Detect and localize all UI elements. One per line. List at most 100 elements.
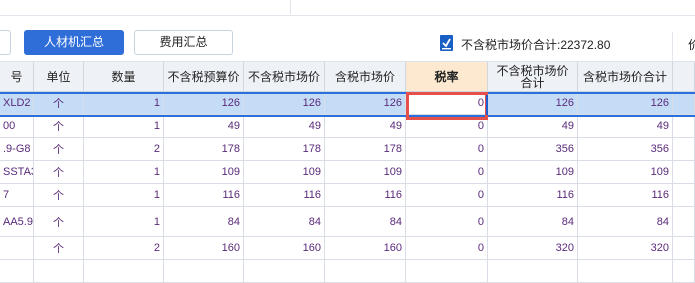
col-header-tax-market-price[interactable]: 含税市场价 — [325, 62, 406, 92]
cell-unit[interactable]: 个 — [34, 138, 84, 161]
cell-tax-market-total[interactable]: 320 — [578, 237, 673, 260]
cell-code[interactable]: SSTA3 — [0, 161, 34, 184]
overflow-column-label: 价 — [688, 38, 695, 52]
col-header-code[interactable]: 号 — [0, 62, 34, 92]
col-header-market-total[interactable]: 不含税市场价合计 — [488, 62, 578, 92]
cell-quantity[interactable]: 1 — [84, 92, 164, 115]
cell-budget-price[interactable]: 109 — [164, 161, 244, 184]
cell-market-total[interactable]: 126 — [488, 92, 578, 115]
cell-tax-rate[interactable]: 0 — [406, 184, 488, 207]
cell-overflow[interactable] — [673, 207, 695, 237]
cell-budget-price[interactable]: 84 — [164, 207, 244, 237]
labor-material-summary-button[interactable]: 人材机汇总 — [24, 30, 124, 55]
col-header-market-price[interactable]: 不含税市场价 — [244, 62, 325, 92]
cell-tax-market-total[interactable]: 116 — [578, 184, 673, 207]
cell-tax-rate[interactable]: 0 — [406, 92, 488, 115]
cell-tax-rate[interactable]: 0 — [406, 237, 488, 260]
cell-unit[interactable]: 个 — [34, 115, 84, 138]
cell-overflow[interactable] — [673, 92, 695, 115]
cell-unit[interactable] — [34, 260, 84, 283]
cell-quantity[interactable]: 1 — [84, 161, 164, 184]
partial-left-button[interactable] — [0, 30, 11, 55]
cell-code[interactable]: AA5.9- — [0, 207, 34, 237]
cell-tax-rate[interactable]: 0 — [406, 115, 488, 138]
cell-tax-market-price[interactable]: 49 — [325, 115, 406, 138]
cell-tax-market-total[interactable]: 109 — [578, 161, 673, 184]
cell-tax-market-price[interactable]: 109 — [325, 161, 406, 184]
text-caret — [486, 95, 488, 115]
col-header-tax-market-total[interactable]: 含税市场价合计 — [578, 62, 673, 92]
cell-tax-market-total[interactable]: 49 — [578, 115, 673, 138]
cell-overflow[interactable] — [673, 237, 695, 260]
cell-market-price[interactable] — [244, 260, 325, 283]
cell-overflow[interactable] — [673, 161, 695, 184]
cell-budget-price[interactable]: 116 — [164, 184, 244, 207]
cell-market-total[interactable]: 109 — [488, 161, 578, 184]
cell-market-price[interactable]: 178 — [244, 138, 325, 161]
cell-tax-rate[interactable]: 0 — [406, 161, 488, 184]
cell-code[interactable]: XLD2 — [0, 92, 34, 115]
cell-quantity[interactable]: 1 — [84, 207, 164, 237]
cell-code[interactable] — [0, 260, 34, 283]
col-header-tax-rate[interactable]: 税率 — [406, 62, 488, 92]
cell-tax-market-price[interactable]: 160 — [325, 237, 406, 260]
cell-tax-rate[interactable]: 0 — [406, 207, 488, 237]
cell-overflow[interactable] — [673, 260, 695, 283]
cell-budget-price[interactable]: 126 — [164, 92, 244, 115]
cell-code[interactable]: 7 — [0, 184, 34, 207]
selected-row-top-border — [0, 92, 695, 94]
cell-tax-market-total[interactable]: 84 — [578, 207, 673, 237]
cell-tax-market-price[interactable]: 84 — [325, 207, 406, 237]
cell-quantity[interactable]: 1 — [84, 115, 164, 138]
cell-unit[interactable]: 个 — [34, 92, 84, 115]
col-header-overflow — [673, 62, 695, 92]
cell-market-price[interactable]: 160 — [244, 237, 325, 260]
cell-overflow[interactable] — [673, 138, 695, 161]
cell-market-price[interactable]: 84 — [244, 207, 325, 237]
cell-overflow[interactable] — [673, 184, 695, 207]
fee-summary-button[interactable]: 费用汇总 — [134, 30, 233, 55]
cell-budget-price[interactable]: 160 — [164, 237, 244, 260]
cell-tax-rate[interactable]: 0 — [406, 138, 488, 161]
cell-tax-rate[interactable] — [406, 260, 488, 283]
cell-tax-market-price[interactable]: 126 — [325, 92, 406, 115]
checkbox-checked-icon[interactable] — [440, 35, 453, 51]
cell-tax-market-total[interactable]: 356 — [578, 138, 673, 161]
cell-budget-price[interactable] — [164, 260, 244, 283]
cell-quantity[interactable] — [84, 260, 164, 283]
cell-market-total[interactable]: 49 — [488, 115, 578, 138]
top-strip-divider — [290, 0, 291, 14]
col-header-budget-price[interactable]: 不含税预算价 — [164, 62, 244, 92]
cell-tax-market-price[interactable]: 116 — [325, 184, 406, 207]
cell-market-total[interactable]: 84 — [488, 207, 578, 237]
cell-market-price[interactable]: 116 — [244, 184, 325, 207]
cell-market-price[interactable]: 49 — [244, 115, 325, 138]
cell-market-total[interactable]: 116 — [488, 184, 578, 207]
cell-unit[interactable]: 个 — [34, 237, 84, 260]
summary-toolbar: 人材机汇总 费用汇总 不含税市场价合计:22372.80 价 — [0, 16, 695, 77]
cell-code[interactable] — [0, 237, 34, 260]
cell-quantity[interactable]: 2 — [84, 237, 164, 260]
cell-market-price[interactable]: 126 — [244, 92, 325, 115]
cell-market-price[interactable]: 109 — [244, 161, 325, 184]
cell-unit[interactable]: 个 — [34, 161, 84, 184]
col-header-quantity[interactable]: 数量 — [84, 62, 164, 92]
cell-market-total[interactable]: 356 — [488, 138, 578, 161]
cell-overflow[interactable] — [673, 115, 695, 138]
cell-budget-price[interactable]: 49 — [164, 115, 244, 138]
cell-code[interactable]: .9-G8 — [0, 138, 34, 161]
col-header-unit[interactable]: 单位 — [34, 62, 84, 92]
cell-budget-price[interactable]: 178 — [164, 138, 244, 161]
cell-tax-market-price[interactable] — [325, 260, 406, 283]
cell-tax-market-total[interactable] — [578, 260, 673, 283]
cell-tax-market-total[interactable]: 126 — [578, 92, 673, 115]
cell-market-total[interactable] — [488, 260, 578, 283]
cell-quantity[interactable]: 1 — [84, 184, 164, 207]
cell-tax-market-price[interactable]: 178 — [325, 138, 406, 161]
cell-market-total[interactable]: 320 — [488, 237, 578, 260]
cell-code[interactable]: 00 — [0, 115, 34, 138]
total-market-price-label: 不含税市场价合计:22372.80 — [461, 38, 611, 52]
cell-unit[interactable]: 个 — [34, 207, 84, 237]
cell-unit[interactable]: 个 — [34, 184, 84, 207]
cell-quantity[interactable]: 2 — [84, 138, 164, 161]
